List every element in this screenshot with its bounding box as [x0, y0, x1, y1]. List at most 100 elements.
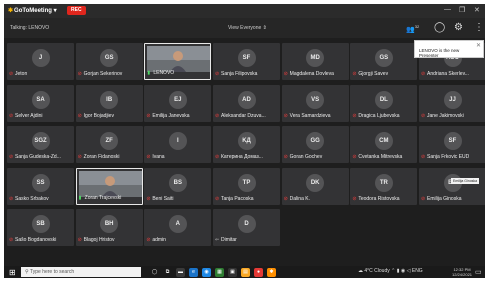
participant-name: ⊘ Dalina K. [284, 195, 348, 203]
settings-icon[interactable]: ⚙ [454, 22, 463, 33]
avatar: MD [306, 49, 325, 67]
participant-tile[interactable]: SF ⊘ Sanja Frkovic EUD [419, 126, 485, 163]
restore-button[interactable]: ❐ [459, 6, 465, 14]
files-icon[interactable]: ▤ [241, 267, 250, 277]
avatar: VS [306, 90, 325, 109]
gotomeeting-star-icon: ✱ [8, 8, 14, 14]
recording-badge[interactable]: REC [67, 6, 86, 15]
close-button[interactable]: ✕ [474, 6, 480, 14]
file-explorer-icon[interactable]: ▬ [176, 267, 185, 277]
participant-name: ⊘ Aleksandar Dzuva... [215, 112, 279, 120]
attendees-icon[interactable]: 👥32 [406, 24, 419, 33]
app-logo[interactable]: ✱GoToMeeting ▾ [8, 7, 57, 14]
avatar: KД [237, 132, 256, 150]
avatar: IB [100, 90, 119, 109]
chrome-icon[interactable]: ◉ [202, 267, 211, 277]
meeting-toolbar: Talking: LENOVO View Everyone ⇕ 👥32 ◯ ⚙ … [4, 18, 485, 38]
participant-tile[interactable]: EG⊘Emilija Ginoska [419, 167, 485, 205]
view-label: View Everyone [228, 25, 262, 31]
participant-tile[interactable]: MD ⊘ Magdalena Dovleva [281, 43, 349, 80]
participant-name: ⊘ Beni Saiti [146, 195, 210, 203]
participant-tile[interactable]: A ⊘ admin [144, 209, 212, 246]
participant-name: ⊘ Cvetanka Mitrevska [352, 153, 416, 161]
gotomeeting-taskbar-icon[interactable]: ✱ [267, 267, 276, 277]
avatar: TR [374, 173, 393, 192]
more-options-icon[interactable]: ⋮ [474, 22, 484, 33]
avatar: D [237, 215, 256, 233]
participant-tile[interactable]: BH ⊘ Blagoj Hristov [75, 209, 143, 246]
participant-tile[interactable]: ▮ Zoran Trajcevski [75, 167, 143, 205]
participant-name: ⊘ Andriana Skerlev... [421, 70, 485, 78]
participant-tile[interactable]: DK ⊘ Dalina K. [281, 167, 349, 205]
avatar: ZF [100, 132, 119, 150]
participant-name-text: Cvetanka Mitrevska [358, 154, 403, 160]
browser-icon[interactable]: ● [254, 267, 263, 277]
participant-tile[interactable]: GG ⊘ Goran Gochev [281, 126, 349, 163]
participant-tile[interactable]: D ⇐ Dimitar [213, 209, 280, 246]
participant-name: ▮ LENOVO [147, 69, 211, 77]
taskbar-search-input[interactable]: ⚲ Type here to search [21, 267, 141, 277]
app-icon[interactable]: ▣ [228, 267, 237, 277]
windows-start-icon[interactable]: ⊞ [9, 268, 16, 277]
name-tooltip: Emilija Ginoska [451, 178, 480, 184]
participant-name-text: Jane Jakimovski [427, 112, 464, 119]
participant-tile[interactable]: CM ⊘ Cvetanka Mitrevska [350, 126, 418, 163]
avatar: GG [306, 132, 325, 150]
participant-name-text: Jeton [15, 71, 28, 77]
participant-tile[interactable]: KД ⊘ Катерина Домаз... [213, 126, 280, 163]
participant-tile[interactable]: SB ⊘ Sašo Bogdanovski [7, 209, 74, 246]
participant-name-text: Aleksandar Dzuva... [221, 112, 266, 119]
participant-tile[interactable]: IB ⊘ Igor Bojadjiev [75, 84, 143, 122]
participant-name: ⊘ Igor Bojadjiev [78, 112, 142, 120]
participant-name: ⊘ Катерина Домаз... [215, 153, 279, 161]
participant-tile[interactable]: I ⊘ Ivana [144, 126, 212, 163]
minimize-button[interactable]: — [444, 6, 451, 13]
participant-tile[interactable]: ZF ⊘ Zoran Fidanoski [75, 126, 143, 163]
participant-tile[interactable]: SS ⊘ Sasko Srbakov [7, 167, 74, 205]
attendee-count: 32 [414, 24, 420, 29]
participant-name: ⊘ Teodora Ristovska [352, 195, 416, 203]
participant-tile[interactable]: ▮ LENOVO [144, 43, 212, 80]
participant-name: ⊘ Ivana [146, 153, 210, 161]
gotomeeting-window: ✱GoToMeeting ▾ REC — ❐ ✕ Talking: LENOVO… [4, 4, 485, 278]
participant-name: ⊘ Selver Ajdini [9, 112, 73, 120]
participant-tile[interactable]: GS ⊘ Gjorgji Savev [350, 43, 418, 80]
participant-tile[interactable]: TP ⊘ Tanja Pacoska [213, 167, 280, 205]
notifications-icon[interactable]: ▭ [475, 268, 482, 276]
participant-name: ⊘ Vera Samardzieva [284, 112, 348, 120]
participant-name-text: Sanja Filipovska [221, 71, 258, 77]
participant-tile[interactable]: SA ⊘ Selver Ajdini [7, 84, 74, 122]
participant-tile[interactable]: TR ⊘ Teodora Ristovska [350, 167, 418, 205]
edge-icon[interactable]: e [189, 267, 198, 277]
clock-date: 12/24/2021 [452, 272, 473, 277]
store-icon[interactable]: ▦ [215, 267, 224, 277]
participant-name-text: Ivana [152, 154, 165, 160]
clock[interactable]: 12:32 PM 12/24/2021 [452, 267, 472, 277]
participant-tile[interactable]: DL ⊘ Dragica Ljubevska [350, 84, 418, 122]
avatar: A [168, 215, 187, 233]
chat-icon[interactable]: ◯ [434, 22, 445, 33]
avatar: JJ [443, 90, 462, 109]
participant-name: ▮ Zoran Trajcevski [79, 194, 143, 202]
task-view-icon[interactable]: ◯ [150, 268, 159, 277]
close-icon[interactable]: ✕ [476, 42, 481, 49]
search-placeholder: Type here to search [29, 269, 75, 275]
participant-name-text: Selver Ajdini [15, 112, 43, 119]
participant-tile[interactable]: EJ ⊘ Emilija Janevska [144, 84, 212, 122]
participant-tile[interactable]: SGZ ⊘ Sanja Gudeska-Zd... [7, 126, 74, 163]
participant-tile[interactable]: BS ⊘ Beni Saiti [144, 167, 212, 205]
avatar: TP [237, 173, 256, 192]
participant-tile[interactable]: SF ⊘ Sanja Filipovska [213, 43, 280, 80]
view-selector[interactable]: View Everyone ⇕ [228, 25, 267, 31]
talking-indicator: Talking: LENOVO [10, 25, 50, 31]
participant-tile[interactable]: J ⊘ Jeton [7, 43, 74, 80]
taskview-icon[interactable]: ⧉ [163, 268, 172, 277]
participant-name: ⊘ Sasko Srbakov [9, 195, 73, 203]
participant-tile[interactable]: VS ⊘ Vera Samardzieva [281, 84, 349, 122]
participant-name-text: Gorjan Sekerinov [83, 71, 123, 77]
participant-tile[interactable]: AD ⊘ Aleksandar Dzuva... [213, 84, 280, 122]
participant-tile[interactable]: JJ ⊘ Jane Jakimovski [419, 84, 485, 122]
participant-name-text: Vera Samardzieva [289, 112, 331, 119]
participant-name: ⊘ Tanja Pacoska [215, 195, 279, 203]
participant-tile[interactable]: GS ⊘ Gorjan Sekerinov [75, 43, 143, 80]
